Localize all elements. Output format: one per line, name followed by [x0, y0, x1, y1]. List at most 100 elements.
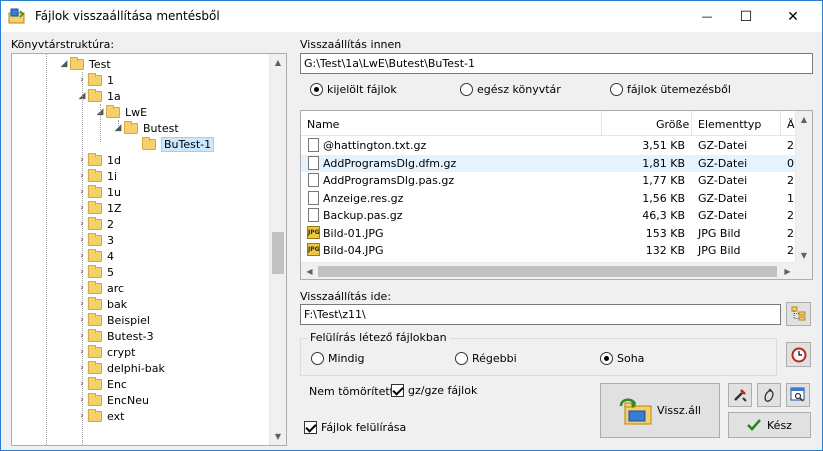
folder-icon — [88, 88, 102, 102]
folder-icon — [88, 168, 102, 182]
file-extra: 2 — [787, 244, 794, 257]
tree-item-label: LwE — [125, 105, 148, 119]
folder-icon — [88, 344, 102, 358]
tree-item-label: EncNeu — [107, 393, 149, 407]
file-icon — [308, 173, 319, 187]
column-name[interactable]: Name — [307, 118, 339, 131]
radio-overwrite-never[interactable]: Soha — [600, 352, 644, 365]
maximize-button[interactable]: ☐ — [723, 1, 769, 32]
file-list[interactable]: Name Größe Elementtyp Ä @hattington.txt.… — [300, 110, 813, 280]
gz-files-checkbox[interactable]: gz/gze fájlok — [391, 384, 477, 397]
folder-icon — [88, 360, 102, 374]
tree-item[interactable]: › Enc — [76, 376, 127, 392]
tree-item-label: ext — [107, 409, 125, 423]
tree-label: Könyvtárstruktúra: — [11, 38, 115, 51]
file-name: AddProgramsDlg.pas.gz — [323, 174, 455, 187]
expanded-arrow-icon[interactable]: ◢ — [58, 59, 70, 69]
file-name: @hattington.txt.gz — [323, 139, 427, 152]
tree-item[interactable]: ◢ Butest — [112, 120, 179, 136]
tree-scroll-thumb[interactable] — [272, 232, 284, 274]
file-list-hscroll[interactable]: ◀ ▶ — [301, 262, 796, 279]
folder-icon — [88, 328, 102, 342]
file-icon — [308, 155, 319, 170]
checkbox-label: Fájlok felülírása — [321, 421, 407, 434]
scroll-right-icon[interactable]: ▶ — [779, 263, 796, 279]
close-button[interactable]: ✕ — [770, 1, 816, 32]
tree-item[interactable]: › EncNeu — [76, 392, 149, 408]
overwrite-files-checkbox[interactable]: Fájlok felülírása — [304, 421, 406, 434]
tree-item-label: 1 — [107, 73, 114, 87]
radio-whole-directory[interactable]: egész könyvtár — [460, 83, 561, 96]
file-extra: 2 — [787, 226, 794, 240]
folder-icon — [106, 104, 120, 118]
file-icon — [308, 208, 319, 222]
done-label: Kész — [767, 418, 792, 432]
file-row[interactable]: Backup.pas.gz 46,3 KB GZ-Datei 2 — [301, 207, 796, 224]
tree-item-label: arc — [107, 281, 125, 295]
restore-button[interactable]: Vissz.áll — [600, 383, 720, 438]
dest-label: Visszaállítás ide: — [300, 290, 392, 303]
scroll-up-icon[interactable]: ▲ — [796, 111, 812, 128]
radio-from-schedule[interactable]: fájlok ütemezésből — [610, 83, 731, 96]
file-size: 1,77 KB — [642, 174, 685, 187]
tools-button[interactable] — [728, 383, 752, 407]
radio-overwrite-older[interactable]: Régebbi — [455, 352, 517, 365]
tree-item[interactable]: BuTest-1 — [130, 136, 215, 152]
file-row[interactable]: AddProgramsDlg.pas.gz 1,77 KB GZ-Datei 2 — [301, 172, 796, 189]
info-button[interactable] — [757, 383, 781, 407]
done-button[interactable]: Kész — [728, 412, 811, 438]
tree-item[interactable]: › crypt — [76, 344, 135, 360]
tree-item[interactable]: › Beispiel — [76, 312, 150, 328]
restore-window: Fájlok visszaállítása mentésből — ☐ ✕ Kö… — [0, 0, 823, 451]
folder-icon — [124, 120, 138, 134]
tree-item[interactable]: › Butest-3 — [76, 328, 154, 344]
folder-icon — [88, 248, 102, 262]
file-icon — [308, 190, 319, 205]
browse-dest-button[interactable] — [786, 302, 811, 326]
view-button[interactable] — [786, 383, 810, 407]
file-row[interactable]: Anzeige.res.gz 1,56 KB GZ-Datei 1 — [301, 190, 796, 207]
folder-tree[interactable]: ◢ Test › 1 ◢ 1a ◢ LwE ◢ Butest BuTest-1 › 1d › 1i › 1u › 1… — [11, 53, 287, 446]
dest-path-input[interactable]: F:\Test\z11\ — [300, 304, 781, 325]
folder-icon — [88, 232, 102, 246]
file-size: 3,51 KB — [642, 139, 685, 152]
tree-item[interactable]: ◢ LwE — [94, 104, 147, 120]
radio-selected-files[interactable]: kijelölt fájlok — [310, 83, 397, 96]
file-row[interactable]: JPG Bild-04.JPG 132 KB JPG Bild 2 — [301, 242, 796, 259]
tree-item[interactable]: › bak — [76, 296, 127, 312]
file-row[interactable]: AddProgramsDlg.dfm.gz 1,81 KB GZ-Datei 0 — [301, 154, 796, 172]
file-list-vscroll[interactable]: ▲ ▼ — [795, 111, 812, 264]
folder-icon — [88, 200, 102, 214]
tree-item[interactable]: ◢ Test — [58, 56, 111, 72]
app-icon — [8, 8, 25, 24]
tree-item-label: Butest-3 — [107, 329, 154, 343]
file-name: Bild-04.JPG — [323, 244, 384, 257]
checkbox-box — [304, 421, 317, 434]
tree-scrollbar[interactable]: ▲ ▼ — [269, 54, 286, 445]
hscroll-thumb[interactable] — [318, 266, 777, 277]
overwrite-group: Felülírás létező fájlokban Mindig Régebb… — [300, 331, 777, 376]
minimize-icon: — — [701, 10, 713, 23]
folder-icon — [88, 184, 102, 198]
source-path-input[interactable]: G:\Test\1a\LwE\Butest\BuTest-1 — [300, 53, 813, 74]
column-type[interactable]: Elementtyp — [698, 118, 761, 131]
scroll-left-icon[interactable]: ◀ — [301, 263, 318, 279]
column-size[interactable]: Größe — [656, 118, 689, 131]
scroll-up-icon[interactable]: ▲ — [270, 54, 286, 71]
radio-dot — [310, 83, 323, 96]
tree-item[interactable]: › delphi-bak — [76, 360, 165, 376]
tree-item[interactable]: › ext — [76, 408, 124, 424]
file-row[interactable]: JPG Bild-01.JPG 153 KB JPG Bild 2 — [301, 225, 796, 242]
file-row[interactable]: @hattington.txt.gz 3,51 KB GZ-Datei 2 — [301, 137, 796, 154]
folder-tree-icon — [791, 306, 805, 321]
file-size: 1,56 KB — [642, 191, 685, 205]
folder-icon — [88, 264, 102, 278]
scroll-down-icon[interactable]: ▼ — [270, 428, 286, 445]
schedule-button[interactable] — [786, 342, 811, 367]
tree-item[interactable]: › arc — [76, 280, 124, 296]
clock-icon — [791, 347, 806, 362]
tree-item-label: bak — [107, 297, 128, 311]
radio-overwrite-always[interactable]: Mindig — [311, 352, 365, 365]
column-extra[interactable]: Ä — [787, 118, 795, 131]
folder-icon — [88, 152, 102, 166]
